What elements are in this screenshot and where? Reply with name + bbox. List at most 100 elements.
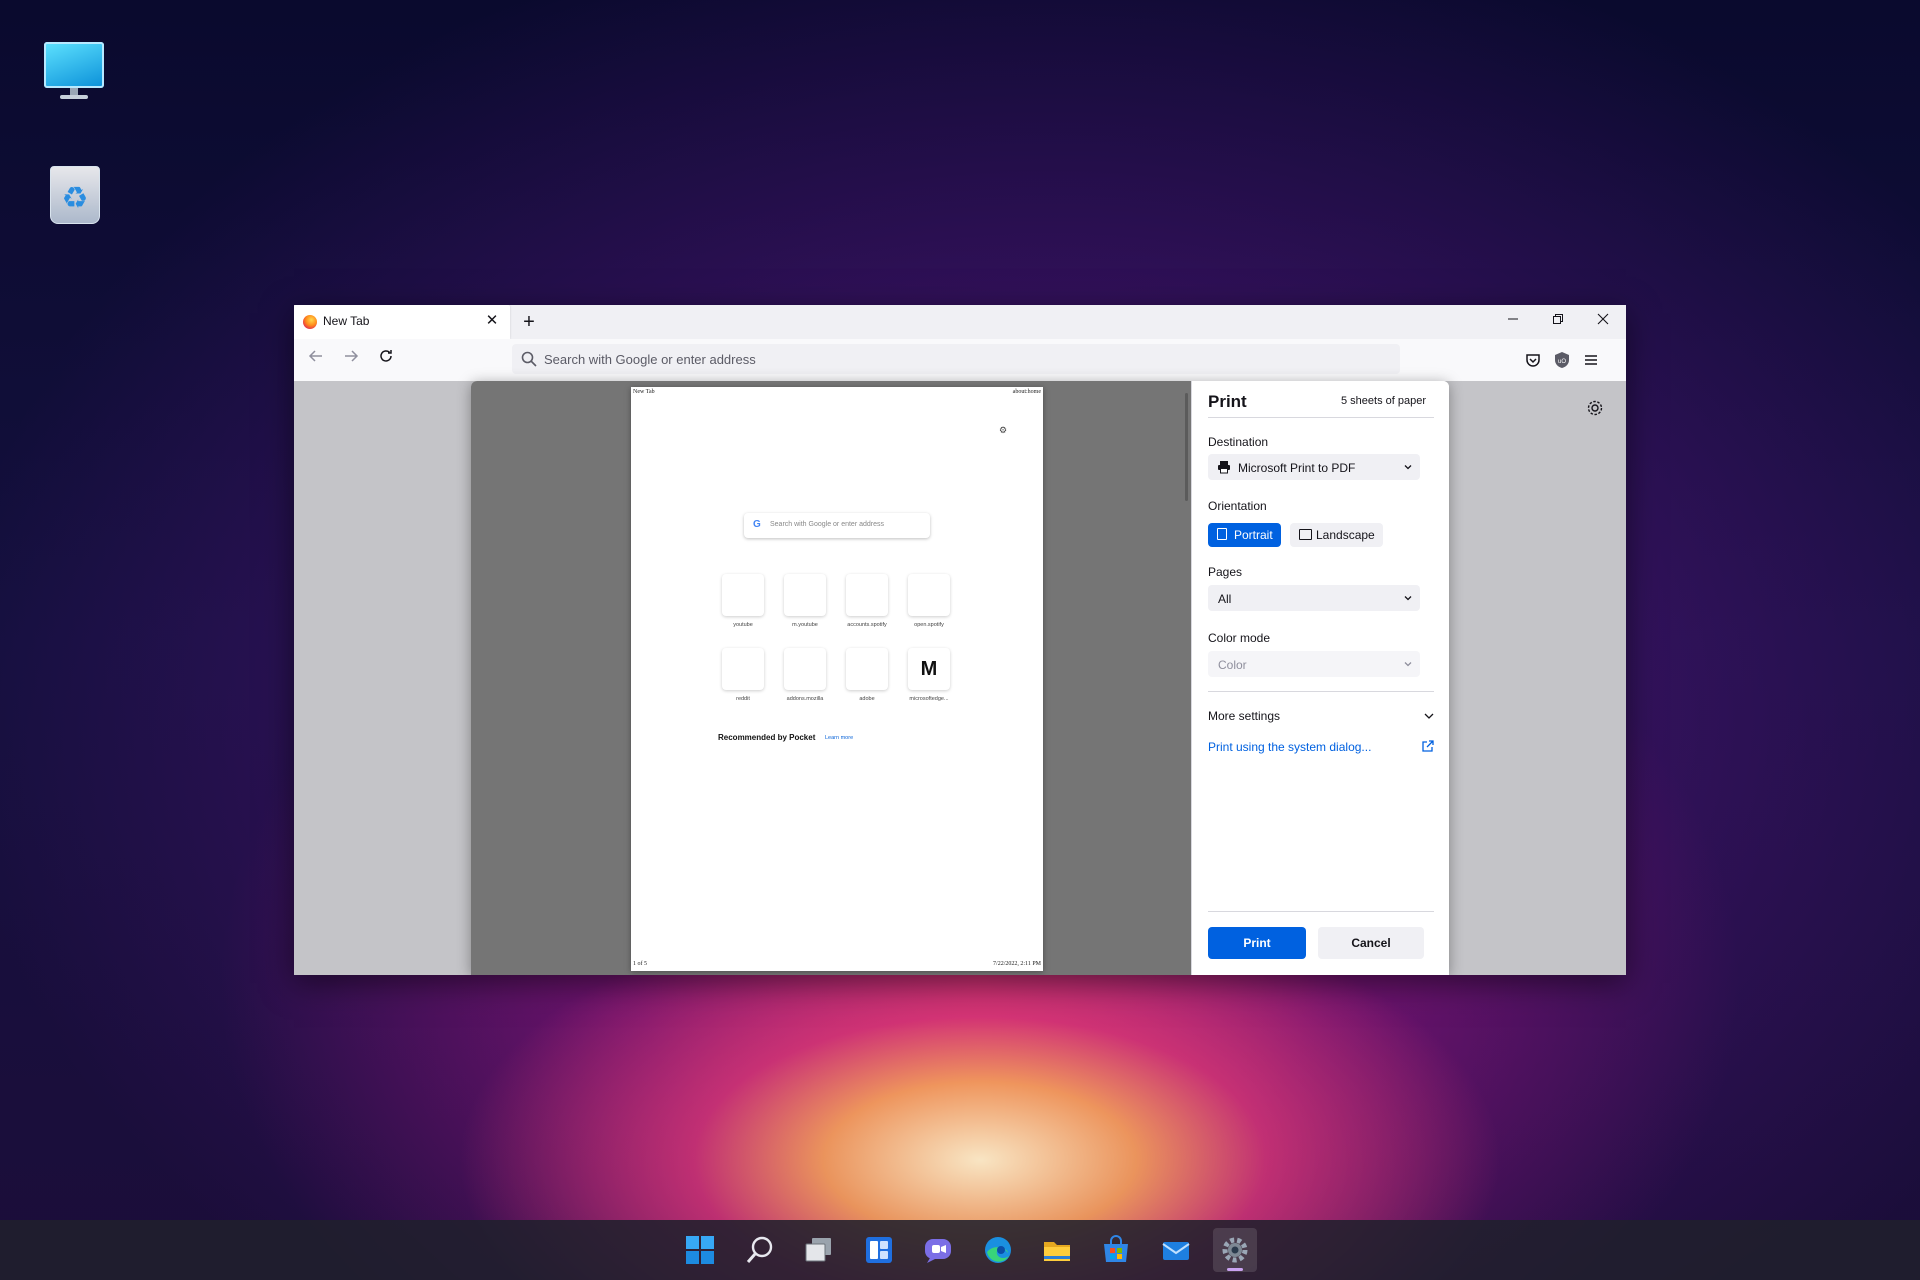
page-header-right: about:home xyxy=(1012,389,1041,395)
edge-button[interactable] xyxy=(976,1228,1020,1272)
preview-page: New Tab about:home ⚙ G Search with Googl… xyxy=(631,387,1043,971)
preview-tile: youtube xyxy=(712,574,774,628)
preview-tile: open.spotify xyxy=(898,574,960,628)
back-button[interactable] xyxy=(304,348,328,372)
close-tab-button[interactable]: ✕ xyxy=(482,311,502,331)
chat-button[interactable] xyxy=(916,1228,960,1272)
tab-title: New Tab xyxy=(323,314,370,328)
pocket-button[interactable] xyxy=(1521,348,1545,372)
restore-button[interactable] xyxy=(1535,305,1580,335)
print-dialog: New Tab about:home ⚙ G Search with Googl… xyxy=(471,381,1449,975)
landscape-toggle[interactable]: Landscape xyxy=(1290,523,1383,547)
new-tab-button[interactable]: + xyxy=(516,309,542,335)
system-dialog-link[interactable]: Print using the system dialog... xyxy=(1208,740,1434,754)
divider xyxy=(1208,691,1434,692)
tab-new-tab[interactable]: New Tab ✕ xyxy=(294,305,510,339)
back-arrow-icon xyxy=(308,350,322,362)
destination-label: Destination xyxy=(1208,435,1269,449)
start-button[interactable] xyxy=(678,1228,722,1272)
gear-icon[interactable] xyxy=(1586,399,1604,417)
task-view-button[interactable] xyxy=(797,1228,841,1272)
preview-search-text: Search with Google or enter address xyxy=(770,521,885,528)
destination-select[interactable]: Microsoft Print to PDF xyxy=(1208,454,1420,480)
external-link-icon xyxy=(1422,740,1434,752)
portrait-page-icon xyxy=(1217,528,1227,540)
settings-icon xyxy=(1222,1237,1248,1263)
store-icon xyxy=(1104,1235,1128,1262)
preview-tile: accounts.spotify xyxy=(836,574,898,628)
firefox-icon xyxy=(303,315,317,329)
divider xyxy=(1208,911,1434,912)
pocket-heading: Recommended by Pocket xyxy=(718,733,816,742)
print-button[interactable]: Print xyxy=(1208,927,1306,959)
teams-chat-icon xyxy=(925,1239,951,1263)
task-view-icon xyxy=(805,1238,831,1262)
preview-tile: adobe xyxy=(836,648,898,702)
page-footer-left: 1 of 5 xyxy=(633,961,647,967)
print-title: Print xyxy=(1208,392,1247,411)
search-icon xyxy=(746,1236,773,1263)
shield-icon: uO xyxy=(1555,352,1569,368)
portrait-toggle[interactable]: Portrait xyxy=(1208,523,1281,547)
more-settings-toggle[interactable]: More settings xyxy=(1208,709,1434,723)
ublock-button[interactable]: uO xyxy=(1550,348,1574,372)
preview-search-box: G Search with Google or enter address xyxy=(744,513,930,538)
print-preview[interactable]: New Tab about:home ⚙ G Search with Googl… xyxy=(471,381,1191,975)
pages-label: Pages xyxy=(1208,565,1243,579)
pocket-icon xyxy=(1526,354,1540,367)
chevron-down-icon xyxy=(1404,596,1412,601)
preview-tile: reddit xyxy=(712,648,774,702)
color-mode-label: Color mode xyxy=(1208,631,1271,645)
chevron-down-icon xyxy=(1424,713,1434,719)
divider xyxy=(1208,417,1434,418)
taskbar xyxy=(0,1220,1920,1280)
menu-button[interactable] xyxy=(1579,348,1603,372)
this-pc-icon[interactable] xyxy=(40,38,110,108)
navigation-bar: Search with Google or enter address uO xyxy=(294,339,1626,382)
orientation-label: Orientation xyxy=(1208,499,1267,513)
cancel-button[interactable]: Cancel xyxy=(1318,927,1424,959)
mail-button[interactable] xyxy=(1154,1228,1198,1272)
active-indicator xyxy=(1227,1268,1243,1271)
preview-tile: Mmicrosoftedge... xyxy=(898,648,960,702)
page-footer-right: 7/22/2022, 2:11 PM xyxy=(993,961,1041,967)
reload-icon xyxy=(380,350,392,362)
taskbar-search-button[interactable] xyxy=(738,1228,782,1272)
reload-button[interactable] xyxy=(374,348,398,372)
page-header-left: New Tab xyxy=(633,389,655,395)
landscape-page-icon xyxy=(1299,529,1312,540)
preview-scrollbar[interactable] xyxy=(1185,393,1188,501)
chevron-down-icon xyxy=(1404,662,1412,667)
hamburger-menu-icon xyxy=(1585,355,1597,365)
store-button[interactable] xyxy=(1094,1228,1138,1272)
file-explorer-button[interactable] xyxy=(1035,1228,1079,1272)
url-placeholder: Search with Google or enter address xyxy=(544,352,756,367)
preview-gear-icon: ⚙ xyxy=(999,425,1008,435)
printer-icon xyxy=(1218,461,1230,474)
settings-button[interactable] xyxy=(1213,1228,1257,1272)
forward-arrow-icon xyxy=(345,350,359,362)
google-icon: G xyxy=(753,519,761,530)
recycle-bin-icon[interactable]: ♻ xyxy=(40,160,110,230)
preview-tile: addons.mozilla xyxy=(774,648,836,702)
start-icon xyxy=(686,1236,714,1264)
close-window-button[interactable] xyxy=(1580,305,1625,335)
chevron-down-icon xyxy=(1404,465,1412,470)
color-mode-select: Color xyxy=(1208,651,1420,677)
tab-bar: New Tab ✕ + xyxy=(294,305,1626,339)
pages-select[interactable]: All xyxy=(1208,585,1420,611)
file-explorer-icon xyxy=(1044,1242,1070,1261)
preview-tile: m.youtube xyxy=(774,574,836,628)
mail-icon xyxy=(1162,1242,1190,1260)
url-bar[interactable]: Search with Google or enter address xyxy=(512,344,1400,374)
minimize-button[interactable] xyxy=(1490,305,1535,335)
search-icon xyxy=(521,351,537,367)
forward-button[interactable] xyxy=(339,348,363,372)
widgets-button[interactable] xyxy=(857,1228,901,1272)
browser-window: New Tab ✕ + Search with Google or enter … xyxy=(294,305,1626,975)
widgets-icon xyxy=(866,1237,892,1263)
svg-text:uO: uO xyxy=(1558,359,1566,365)
learn-more-link: Learn more xyxy=(825,735,854,741)
sheet-count: 5 sheets of paper xyxy=(1340,395,1426,407)
page-content: New Tab about:home ⚙ G Search with Googl… xyxy=(294,381,1626,975)
